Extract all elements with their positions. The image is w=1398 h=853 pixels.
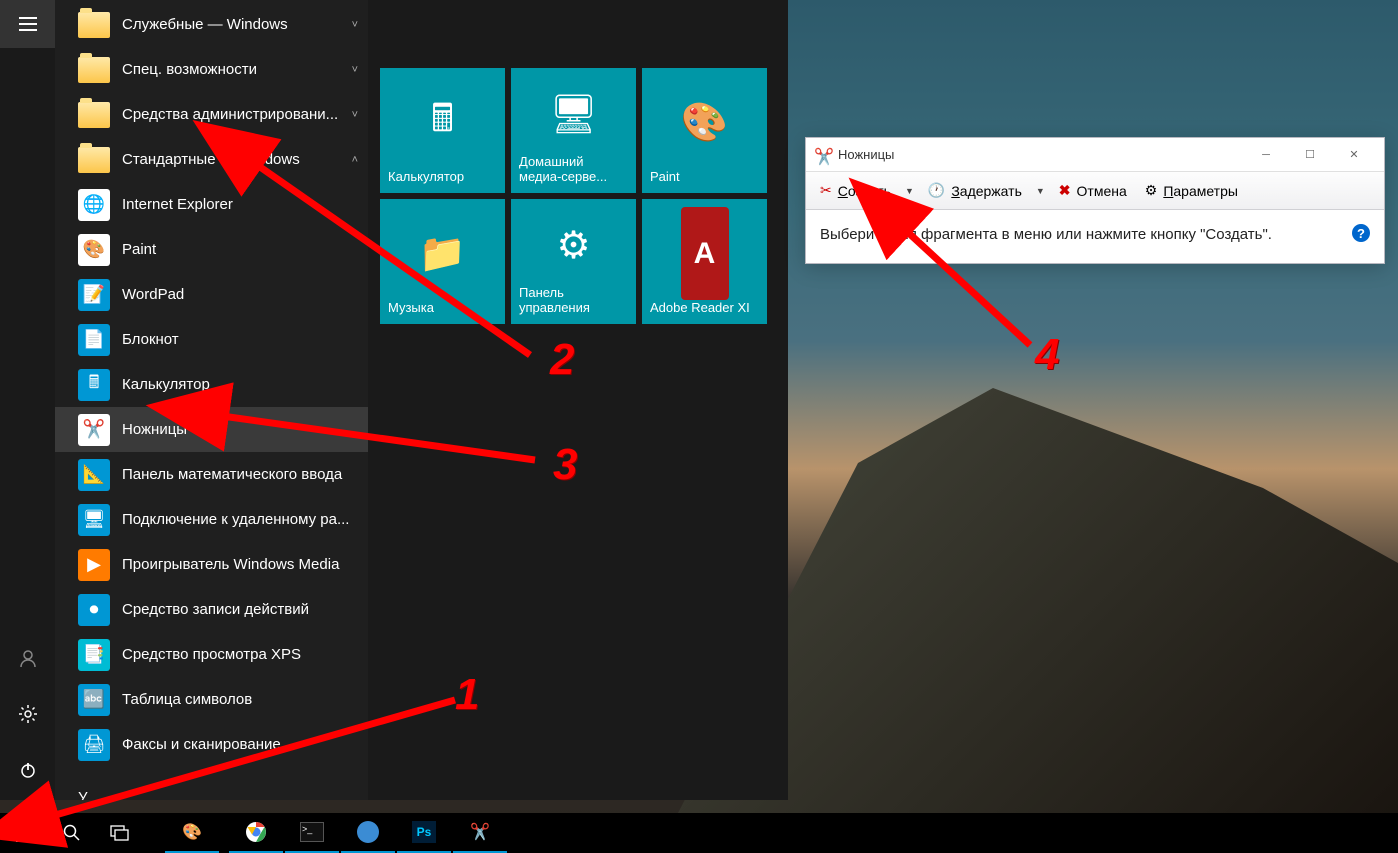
taskbar-app[interactable]	[341, 813, 395, 853]
taskbar: 🎨 >_ Ps ✂️	[0, 813, 1398, 853]
app-snipping-tool[interactable]: ✂️Ножницы	[55, 407, 368, 452]
gear-icon: ⚙	[1145, 182, 1158, 199]
app-math-input[interactable]: 📐Панель математического ввода	[55, 452, 368, 497]
tile-paint[interactable]: 🎨Paint	[642, 68, 767, 193]
create-button[interactable]: ✂ ССоздатьоздать	[812, 176, 899, 206]
snipping-tool-window: ✂️ Ножницы ─ ☐ ✕ ✂ ССоздатьоздать ▼ 🕐 За…	[805, 137, 1385, 264]
annotation-number-4: 4	[1035, 330, 1059, 380]
letter-heading[interactable]: У	[55, 775, 368, 800]
close-button[interactable]: ✕	[1332, 140, 1376, 170]
start-rail	[0, 0, 55, 800]
tile-calculator[interactable]: 🖩Калькулятор	[380, 68, 505, 193]
app-character-map[interactable]: 🔤Таблица символов	[55, 677, 368, 722]
taskbar-cmd[interactable]: >_	[285, 813, 339, 853]
tile-music[interactable]: 📁Музыка	[380, 199, 505, 324]
options-button[interactable]: ⚙ Параметры	[1137, 176, 1246, 206]
folder-icon: 📁	[388, 207, 497, 300]
taskbar-snipping-tool[interactable]: ✂️	[453, 813, 507, 853]
cancel-icon: ✖	[1059, 182, 1071, 199]
message-area: Выберите тип фрагмента в меню или нажмит…	[806, 210, 1384, 263]
start-menu: Служебные — Windows ˅ Спец. возможности …	[0, 0, 788, 800]
wmp-icon: ▶	[78, 549, 110, 581]
paint-icon: 🎨	[650, 76, 759, 169]
chevron-up-icon: ˄	[352, 154, 358, 166]
clock-icon: 🕐	[928, 182, 945, 199]
cancel-button[interactable]: ✖ Отмена	[1051, 176, 1135, 206]
control-panel-icon: ⚙	[519, 207, 628, 285]
notepad-icon: 📄	[78, 324, 110, 356]
psr-icon: ⏺	[78, 594, 110, 626]
app-calculator[interactable]: 🖩Калькулятор	[55, 362, 368, 407]
folder-icon	[78, 12, 110, 38]
minimize-button[interactable]: ─	[1244, 140, 1288, 170]
help-icon[interactable]: ?	[1352, 224, 1370, 242]
folder-icon	[78, 147, 110, 173]
power-icon[interactable]	[0, 746, 55, 794]
charmap-icon: 🔤	[78, 684, 110, 716]
settings-icon[interactable]	[0, 690, 55, 738]
folder-windows-accessories[interactable]: Стандартные — Windows ˄	[55, 137, 368, 182]
math-icon: 📐	[78, 459, 110, 491]
window-title: Ножницы	[838, 147, 1244, 162]
xps-icon: 📑	[78, 639, 110, 671]
paint-icon: 🎨	[78, 234, 110, 266]
start-button[interactable]	[0, 813, 48, 853]
maximize-button[interactable]: ☐	[1288, 140, 1332, 170]
task-view-button[interactable]	[96, 813, 144, 853]
toolbar: ✂ ССоздатьоздать ▼ 🕐 Задержать ▼ ✖ Отмен…	[806, 172, 1384, 210]
folder-icon	[78, 57, 110, 83]
titlebar[interactable]: ✂️ Ножницы ─ ☐ ✕	[806, 138, 1384, 172]
app-paint[interactable]: 🎨Paint	[55, 227, 368, 272]
instruction-text: Выберите тип фрагмента в меню или нажмит…	[820, 224, 1342, 245]
rdp-icon: 🖥	[78, 504, 110, 536]
annotation-number-3: 3	[553, 440, 577, 490]
folder-admin-tools[interactable]: Средства администрировани... ˅	[55, 92, 368, 137]
app-fax-scan[interactable]: 🖨Факсы и сканирование	[55, 722, 368, 767]
create-dropdown[interactable]: ▼	[901, 186, 918, 196]
app-internet-explorer[interactable]: 🌐Internet Explorer	[55, 182, 368, 227]
adobe-icon: A	[681, 207, 729, 300]
calculator-icon: 🖩	[78, 369, 110, 401]
calculator-icon: 🖩	[388, 76, 497, 169]
app-steps-recorder[interactable]: ⏺Средство записи действий	[55, 587, 368, 632]
taskbar-paint[interactable]: 🎨	[165, 813, 219, 853]
taskbar-photoshop[interactable]: Ps	[397, 813, 451, 853]
wordpad-icon: 📝	[78, 279, 110, 311]
delay-button[interactable]: 🕐 Задержать	[920, 176, 1030, 206]
scissors-icon: ✂	[820, 182, 832, 199]
fax-icon: 🖨	[78, 729, 110, 761]
chevron-down-icon: ˅	[352, 19, 358, 31]
user-icon[interactable]	[0, 634, 55, 682]
search-button[interactable]	[48, 813, 96, 853]
tile-control-panel[interactable]: ⚙Панель управления	[511, 199, 636, 324]
folder-accessibility[interactable]: Спец. возможности ˅	[55, 47, 368, 92]
app-wordpad[interactable]: 📝WordPad	[55, 272, 368, 317]
folder-icon	[78, 102, 110, 128]
start-tiles: 🖩Калькулятор 🖥Домашний медиа-серве... 🎨P…	[368, 0, 788, 800]
chevron-down-icon: ˅	[352, 109, 358, 121]
taskbar-chrome[interactable]	[229, 813, 283, 853]
app-list: Служебные — Windows ˅ Спец. возможности …	[55, 0, 368, 800]
scissors-icon: ✂️	[78, 414, 110, 446]
app-xps-viewer[interactable]: 📑Средство просмотра XPS	[55, 632, 368, 677]
app-notepad[interactable]: 📄Блокнот	[55, 317, 368, 362]
chevron-down-icon: ˅	[352, 64, 358, 76]
scissors-icon: ✂️	[814, 147, 830, 163]
ie-icon: 🌐	[78, 189, 110, 221]
app-remote-desktop[interactable]: 🖥Подключение к удаленному ра...	[55, 497, 368, 542]
app-windows-media-player[interactable]: ▶Проигрыватель Windows Media	[55, 542, 368, 587]
hamburger-icon[interactable]	[0, 0, 55, 48]
media-server-icon: 🖥	[519, 76, 628, 154]
tile-media-server[interactable]: 🖥Домашний медиа-серве...	[511, 68, 636, 193]
delay-dropdown[interactable]: ▼	[1032, 186, 1049, 196]
annotation-number-1: 1	[455, 670, 479, 720]
folder-system-windows[interactable]: Служебные — Windows ˅	[55, 2, 368, 47]
tile-adobe-reader[interactable]: AAdobe Reader XI	[642, 199, 767, 324]
annotation-number-2: 2	[550, 335, 574, 385]
